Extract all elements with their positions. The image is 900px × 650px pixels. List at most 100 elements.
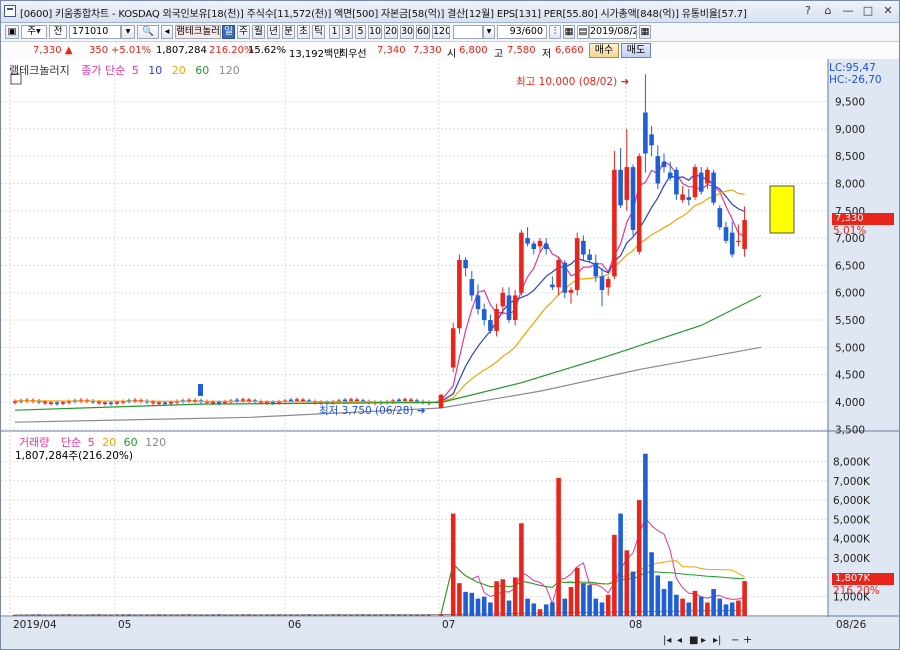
sell-button[interactable]: 매도 [621,43,651,58]
date-field[interactable]: 2019/08/26 [589,25,637,39]
candle-body [525,238,530,244]
minute-option-60[interactable]: 60 [416,25,430,39]
volume-bar [661,588,667,616]
candle-body [488,320,493,331]
price-tick-label: 8,000 [835,179,865,191]
minute-option-1[interactable]: 1 [329,25,340,39]
candle-body [550,284,555,288]
tab-minute[interactable]: 분 [282,25,295,39]
minimize-button[interactable]: — [841,4,855,18]
candle-body [612,169,617,277]
minute-option-5[interactable]: 5 [355,25,366,39]
volume-bar [649,552,654,616]
volume-legend-ma120: 120 [145,436,167,449]
volume-bar [736,600,741,616]
volume-bar [568,587,574,616]
minute-custom-dropdown-icon[interactable]: ▾ [483,25,495,39]
minute-option-3[interactable]: 3 [342,25,353,39]
price-tick-label: 5,500 [835,315,865,327]
layout-icon[interactable]: ▣ [5,25,19,39]
volume-ratio: 216.20% [209,45,254,56]
quote-bar: 7,330 ▲ 350 +5.01% 1,807,284 216.20% 15.… [1,42,899,60]
close-button[interactable]: ✕ [881,4,895,18]
candle-body [723,227,729,241]
volume-bar [667,581,673,616]
candle-body [562,262,568,293]
minute-option-120[interactable]: 120 [432,25,450,39]
tab-week[interactable]: 주 [237,25,250,39]
help-button[interactable]: ? [801,4,815,18]
scroll-next-button[interactable]: ▸ [701,635,706,646]
tab-day[interactable]: 일 [222,25,235,39]
stock-chart[interactable]: 9,5009,0008,5008,0007,5007,0006,5006,000… [1,59,899,649]
history-candle [97,401,101,404]
tab-month[interactable]: 월 [252,25,265,39]
legend-ma120: 120 [218,64,240,77]
volume-current: 1,807,284주(216.20%) [15,450,134,462]
minute-option-30[interactable]: 30 [400,25,414,39]
history-candle [409,399,413,402]
chart-type-icon[interactable]: ⫶ [549,25,561,39]
history-candle [343,399,347,402]
maximize-button[interactable]: □ [861,4,875,18]
candle-body [680,194,685,200]
chart-window: [0600] 키움종합차트 - KOSDAQ 외국인보유[18(천)] 주식수[… [0,0,900,650]
grid-icon[interactable]: ▦ [563,25,575,39]
volume-bar [624,550,630,616]
candle-body [568,290,574,293]
scroll-stop-button[interactable]: ■ [689,635,698,646]
scroll-last-button[interactable]: ▸| [713,635,721,646]
candle-body [736,240,741,243]
zoom-in-button[interactable]: + [743,633,752,646]
volume-bar [556,477,561,616]
price-tick-label: 4,000 [835,397,865,409]
prev-icon[interactable]: ◂ [161,25,173,39]
history-candle [55,402,59,405]
volume-value: 1,807,284 [156,45,207,56]
candle-body [630,167,636,230]
tab-tick[interactable]: 틱 [312,25,325,39]
open-label: 시 [447,49,457,60]
mode-select[interactable]: 전 [49,25,67,39]
volume-bar [512,577,518,616]
minute-option-10[interactable]: 10 [368,25,382,39]
candle-body [742,220,747,250]
minute-option-20[interactable]: 20 [384,25,398,39]
candle-body [500,292,506,307]
volume-bar [643,453,648,616]
volume-bar [500,579,506,616]
calendar-dropdown-icon[interactable]: ▦ [639,25,651,39]
scroll-first-button[interactable]: |◂ [663,635,671,646]
pin-button[interactable]: ⌂ [821,4,835,18]
tab-year[interactable]: 년 [267,25,280,39]
history-candle [241,399,245,401]
buy-button[interactable]: 매수 [589,43,619,58]
candle-body [463,259,468,269]
candle-body [457,259,462,329]
volume-tick-label: 4,000K [833,534,871,546]
candle-body [587,254,592,260]
calendar-icon[interactable]: ▤ [577,25,589,39]
count-field[interactable]: 93/600 [497,25,547,39]
stock-name-field: 램테크놀러 [175,25,221,39]
tab-second[interactable]: 초 [297,25,310,39]
code-input[interactable]: 171010 [69,25,121,39]
history-candle [169,401,173,404]
volume-bar [729,602,735,616]
x-axis-label: 07 [442,619,455,631]
candle-body [531,243,537,250]
candle-body [481,309,487,321]
volume-bar [525,598,530,616]
search-icon[interactable]: 🔍 [137,25,159,39]
candle-body [698,172,704,192]
legend-ma60: 60 [195,64,210,77]
candle-body [605,279,611,288]
volume-tick-label: 7,000K [833,476,871,488]
scroll-prev-button[interactable]: ◂ [677,635,682,646]
history-candle [49,402,53,404]
code-dropdown-icon[interactable]: ▾ [121,25,135,39]
zoom-out-button[interactable]: − [731,635,739,646]
minute-custom-input[interactable] [453,25,483,39]
title-bar: [0600] 키움종합차트 - KOSDAQ 외국인보유[18(천)] 주식수[… [1,1,899,23]
period-select[interactable]: 주▾ [21,25,47,39]
